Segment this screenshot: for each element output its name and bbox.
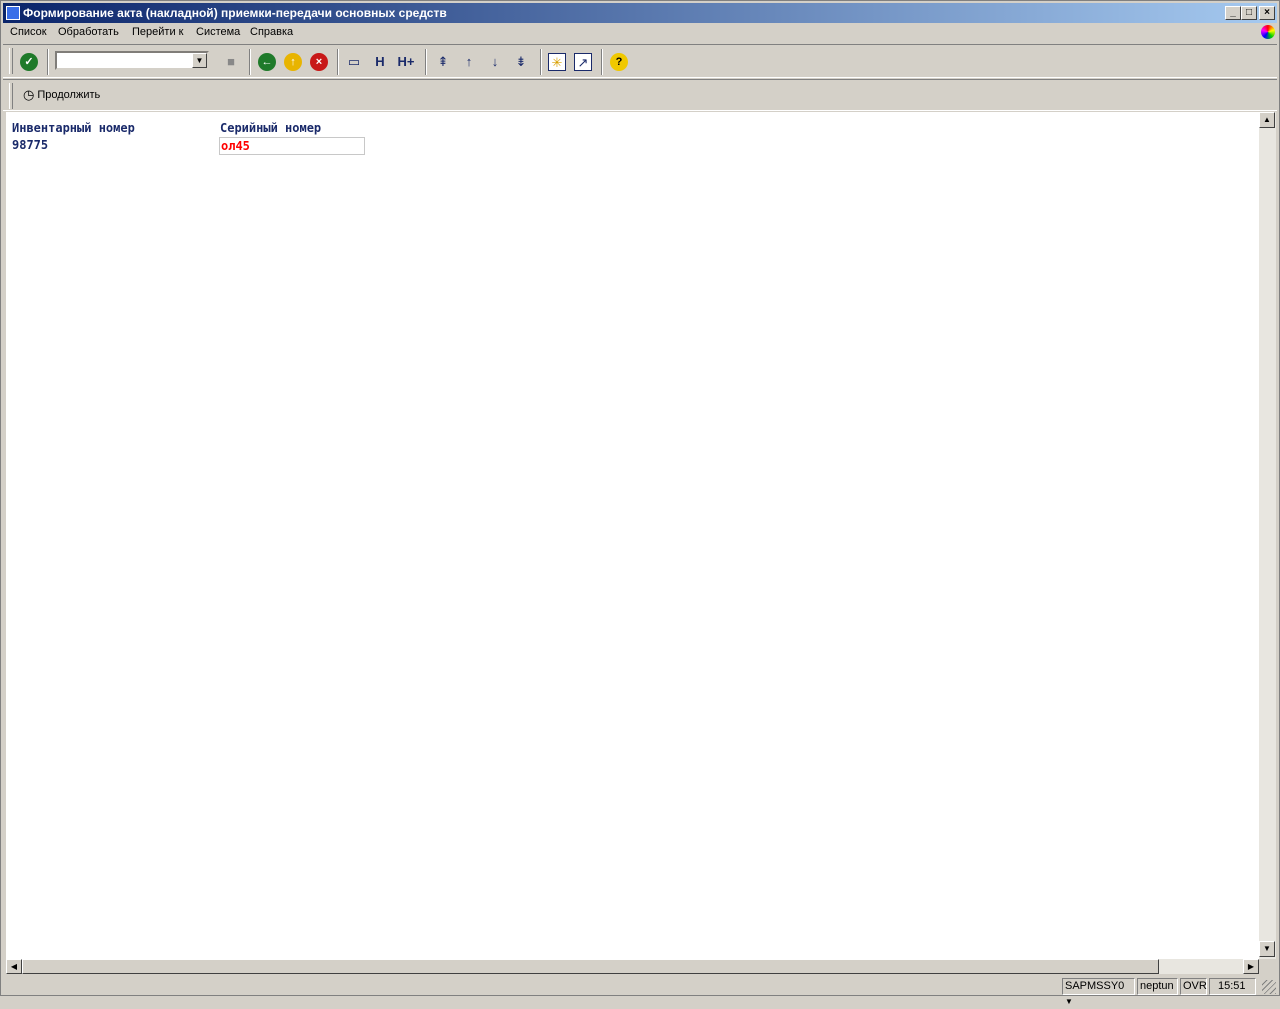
help-icon[interactable]: ?: [610, 53, 628, 71]
inventory-number-label: Инвентарный номер: [12, 121, 135, 135]
standard-toolbar: ✓ ▼ ■ ← ↑ × ▭ H H+ ⇞ ↑ ↓ ⇟ ✳ ↗ ?: [3, 44, 1277, 78]
dropdown-arrow-icon[interactable]: ▼: [1065, 997, 1073, 1006]
scroll-up-button[interactable]: ▲: [1259, 112, 1275, 128]
clock-check-icon: ◷: [23, 87, 35, 102]
separator: [249, 49, 251, 75]
application-toolbar: ◷ Продолжить: [3, 79, 1277, 111]
menu-goto[interactable]: Перейти к: [132, 26, 183, 38]
horizontal-scroll-thumb[interactable]: [22, 959, 1159, 974]
cancel-icon[interactable]: ×: [310, 53, 328, 71]
close-button[interactable]: ×: [1259, 6, 1275, 20]
menu-system[interactable]: Система: [196, 26, 240, 38]
last-page-icon[interactable]: ⇟: [512, 53, 530, 71]
command-field[interactable]: ▼: [55, 51, 209, 70]
enter-icon[interactable]: ✓: [20, 53, 38, 71]
menu-edit[interactable]: Обработать: [58, 26, 119, 38]
server-status: neptun: [1137, 978, 1178, 995]
save-icon: ■: [227, 54, 235, 69]
maximize-button[interactable]: □: [1241, 6, 1257, 20]
toolbar-grip: [9, 48, 13, 74]
menu-list[interactable]: Список: [10, 26, 47, 38]
serial-number-input[interactable]: ол45: [219, 137, 365, 155]
continue-label: Продолжить: [37, 89, 101, 101]
separator: [47, 49, 49, 75]
previous-page-icon[interactable]: ↑: [460, 53, 478, 71]
first-page-icon[interactable]: ⇞: [434, 53, 452, 71]
back-icon[interactable]: ←: [258, 53, 276, 71]
inventory-number-value: 98775: [12, 138, 49, 152]
scroll-right-button[interactable]: ▶: [1243, 959, 1259, 974]
layout-menu-icon[interactable]: [1261, 25, 1275, 39]
sap-window-icon: [6, 6, 20, 20]
exit-icon[interactable]: ↑: [284, 53, 302, 71]
serial-number-label: Серийный номер: [220, 121, 322, 135]
toolbar-grip: [9, 83, 13, 109]
print-icon[interactable]: ▭: [345, 53, 363, 71]
time-status: 15:51: [1209, 978, 1256, 995]
next-page-icon[interactable]: ↓: [486, 53, 504, 71]
dropdown-arrow-icon[interactable]: ▼: [192, 53, 207, 68]
separator: [601, 49, 603, 75]
continue-button[interactable]: ◷ Продолжить: [23, 86, 100, 104]
menu-bar: Список Обработать Перейти к Система Спра…: [3, 24, 1277, 43]
program-status[interactable]: SAPMSSY0 ▼: [1062, 978, 1135, 1006]
horizontal-scrollbar[interactable]: ◀ ▶: [6, 959, 1259, 974]
menu-help[interactable]: Справка: [250, 26, 293, 38]
separator: [540, 49, 542, 75]
resize-grip-icon[interactable]: [1262, 980, 1276, 994]
find-next-icon[interactable]: H+: [397, 53, 415, 71]
title-bar: Формирование акта (накладной) приемки-пе…: [3, 3, 1277, 23]
new-session-icon[interactable]: ✳: [548, 53, 566, 71]
find-icon[interactable]: H: [371, 53, 389, 71]
separator: [425, 49, 427, 75]
program-name: SAPMSSY0: [1065, 980, 1125, 992]
vertical-scrollbar[interactable]: ▲ ▼: [1259, 112, 1276, 959]
shortcut-icon[interactable]: ↗: [574, 53, 592, 71]
content-area: Инвентарный номер 98775 Серийный номер о…: [6, 112, 1259, 959]
window-title: Формирование акта (накладной) приемки-пе…: [23, 6, 447, 20]
scroll-left-button[interactable]: ◀: [6, 959, 22, 974]
minimize-button[interactable]: _: [1225, 6, 1241, 20]
scroll-down-button[interactable]: ▼: [1259, 941, 1275, 957]
insert-mode-status: OVR: [1180, 978, 1207, 995]
separator: [337, 49, 339, 75]
